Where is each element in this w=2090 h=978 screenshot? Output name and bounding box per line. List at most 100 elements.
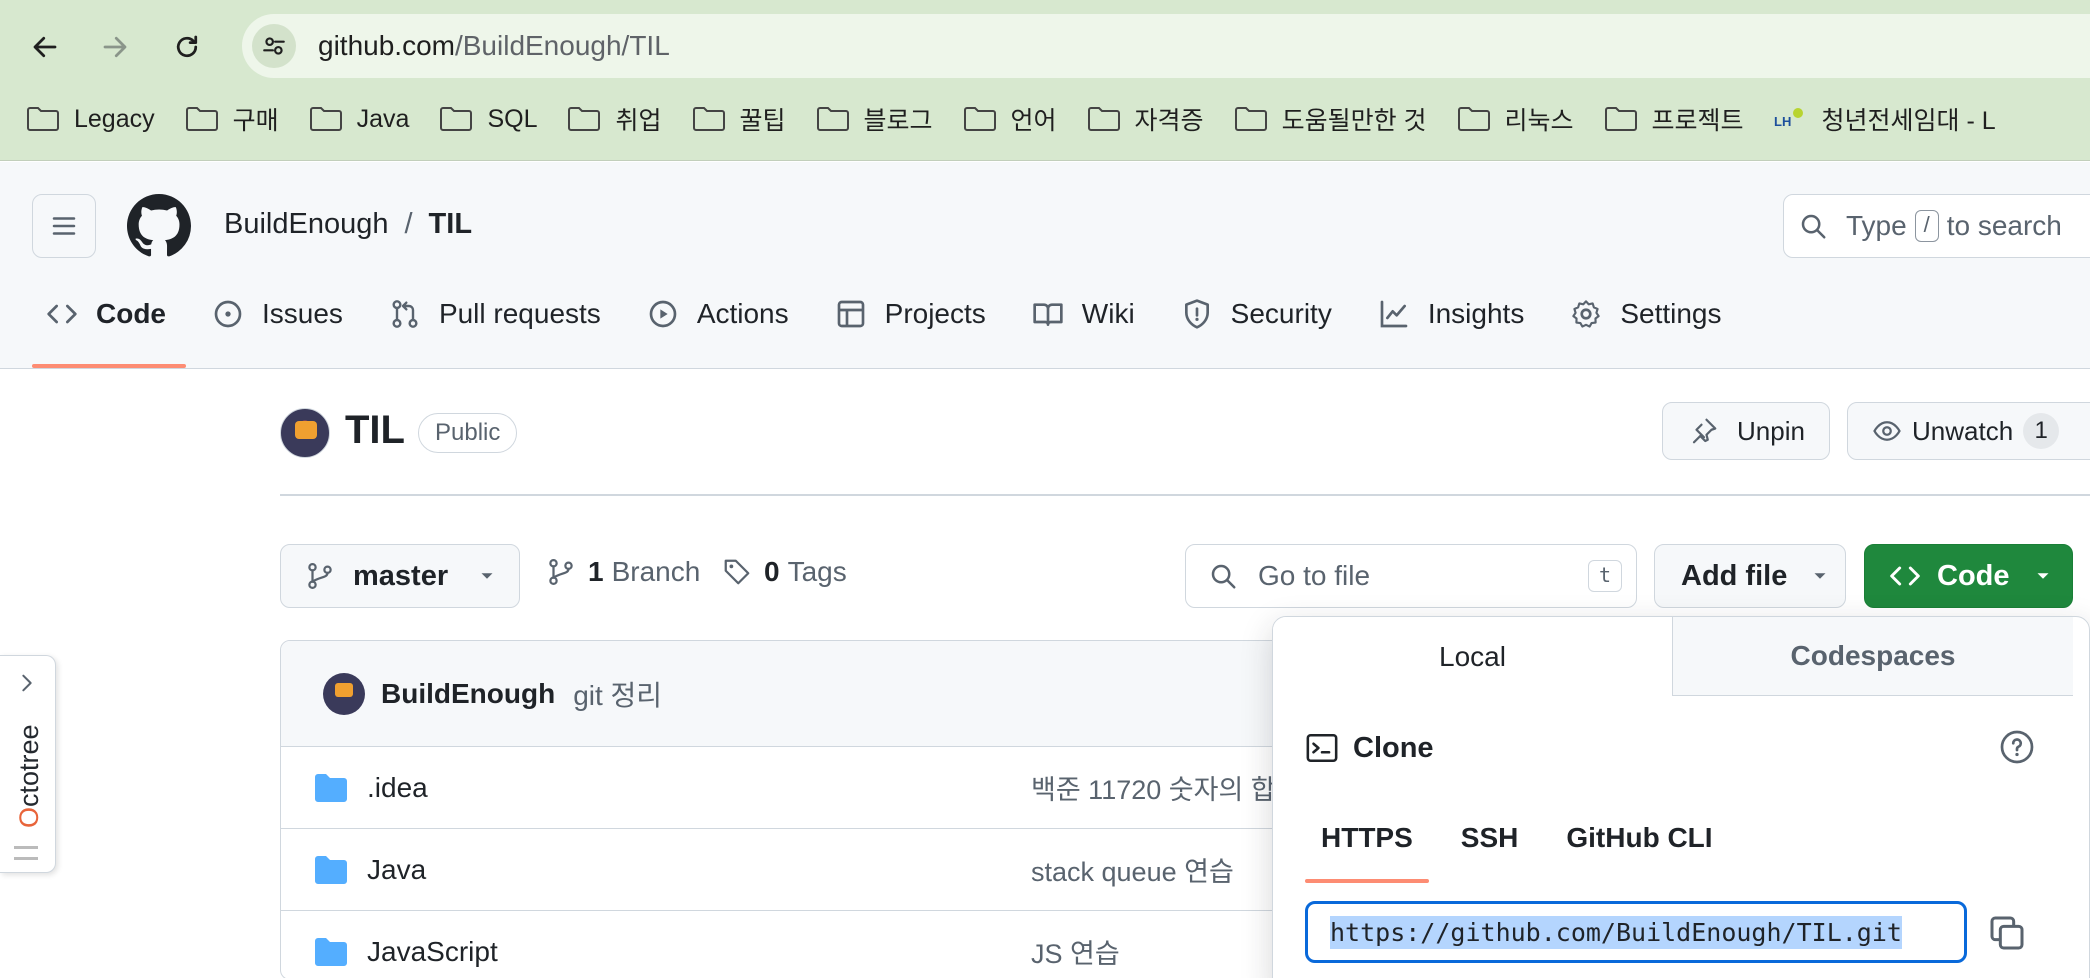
- tab-local[interactable]: Local: [1273, 617, 1673, 696]
- tags-link[interactable]: 0 Tags: [722, 556, 847, 588]
- tab-wiki[interactable]: Wiki: [1018, 282, 1155, 346]
- file-name[interactable]: .idea: [367, 772, 428, 804]
- breadcrumb-separator: /: [404, 208, 413, 240]
- bookmark-folder[interactable]: SQL: [439, 105, 537, 134]
- question-icon[interactable]: [1999, 729, 2035, 765]
- tab-insights[interactable]: Insights: [1364, 282, 1545, 346]
- bookmark-folder[interactable]: 꿀팁: [692, 101, 786, 137]
- tab-ssh[interactable]: SSH: [1445, 803, 1535, 873]
- url-text: github.com/BuildEnough/TIL: [318, 30, 670, 62]
- tag-icon: [724, 559, 750, 585]
- forward-button[interactable]: [90, 22, 140, 72]
- drag-handle-icon[interactable]: [14, 846, 38, 860]
- issue-icon: [214, 300, 242, 328]
- reload-icon: [176, 35, 198, 58]
- branch-selector[interactable]: master: [280, 544, 520, 608]
- repo-link[interactable]: TIL: [429, 208, 473, 241]
- bookmark-label: 도움될만한 것: [1281, 107, 1427, 135]
- bookmark-folder[interactable]: 리눅스: [1457, 101, 1574, 137]
- bookmark-link[interactable]: LH 청년전세임대 - L: [1774, 101, 1996, 137]
- bookmark-label: 언어: [1010, 107, 1057, 135]
- bookmark-label: SQL: [487, 104, 538, 133]
- pin-icon: [1692, 418, 1717, 444]
- tab-issues[interactable]: Issues: [198, 282, 363, 346]
- tab-pull-requests[interactable]: Pull requests: [375, 282, 621, 346]
- unwatch-label: Unwatch: [1912, 415, 2014, 446]
- branch-count-label: Branch: [611, 556, 701, 587]
- url-path: /BuildEnough/TIL: [454, 30, 670, 61]
- unwatch-button[interactable]: Unwatch 1: [1847, 402, 2090, 460]
- owner-link[interactable]: BuildEnough: [224, 208, 388, 241]
- watch-count: 1: [2023, 413, 2060, 449]
- commit-message[interactable]: git 정리: [573, 674, 662, 714]
- bookmark-folder[interactable]: 블로그: [816, 101, 933, 137]
- branches-link[interactable]: 1 Branch: [546, 556, 700, 588]
- pull-request-icon: [392, 300, 418, 328]
- bookmark-folder[interactable]: 프로젝트: [1604, 101, 1744, 137]
- bookmark-folder[interactable]: 구매: [185, 101, 279, 137]
- bookmark-folder[interactable]: 자격증: [1087, 101, 1204, 137]
- repo-owner-avatar[interactable]: [280, 408, 330, 458]
- add-file-button[interactable]: Add file: [1654, 544, 1846, 608]
- tag-count: 0: [764, 556, 780, 587]
- menu-button[interactable]: [32, 194, 96, 258]
- clone-url-field[interactable]: https://github.com/BuildEnough/TIL.git: [1305, 901, 1967, 963]
- tab-github-cli[interactable]: GitHub CLI: [1550, 803, 1728, 873]
- browser-chrome: github.com/BuildEnough/TIL Legacy 구매 Jav…: [0, 0, 2090, 161]
- search-icon: [1211, 564, 1236, 589]
- branch-name: master: [353, 559, 449, 592]
- tab-codespaces[interactable]: Codespaces: [1673, 617, 2073, 696]
- bookmark-folder[interactable]: 도움될만한 것: [1234, 101, 1427, 137]
- code-icon: [47, 304, 77, 324]
- reload-button[interactable]: [162, 22, 212, 72]
- bookmark-label: 블로그: [863, 107, 933, 135]
- code-icon: [1890, 566, 1920, 586]
- file-name[interactable]: JavaScript: [367, 936, 498, 968]
- back-button[interactable]: [20, 22, 70, 72]
- tab-label: Wiki: [1081, 298, 1135, 329]
- octotree-toggle[interactable]: Octotree: [0, 655, 56, 873]
- commit-author-avatar[interactable]: [323, 672, 365, 715]
- go-to-file-input[interactable]: Go to file t: [1185, 544, 1637, 608]
- github-logo-icon[interactable]: [127, 194, 191, 258]
- folder-outline-icon: [816, 107, 849, 131]
- file-name[interactable]: Java: [367, 854, 426, 886]
- bookmark-label: Java: [356, 104, 410, 133]
- site-settings-button[interactable]: [252, 24, 296, 68]
- repo-nav: Code Issues Pull requests Actions Projec…: [32, 282, 1754, 368]
- bookmark-label: 청년전세임대 - L: [1821, 107, 1996, 135]
- folder-outline-icon: [1234, 107, 1267, 131]
- address-bar[interactable]: github.com/BuildEnough/TIL: [242, 14, 2090, 78]
- tab-code[interactable]: Code: [32, 282, 186, 368]
- caret-down-icon: [1814, 573, 1826, 579]
- visibility-badge: Public: [418, 413, 518, 453]
- octotree-label: Octotree: [14, 724, 45, 828]
- tab-https[interactable]: HTTPS: [1305, 803, 1429, 883]
- unpin-label: Unpin: [1737, 415, 1805, 446]
- go-to-file-placeholder: Go to file: [1258, 560, 1371, 591]
- copy-icon[interactable]: [1987, 913, 2027, 953]
- bookmark-folder[interactable]: 취업: [567, 101, 662, 137]
- terminal-icon: [1306, 733, 1338, 763]
- file-commit-message[interactable]: stack queue 연습: [1031, 850, 1234, 889]
- code-button-label: Code: [1937, 559, 2010, 592]
- folder-outline-icon: [1087, 107, 1120, 131]
- bookmark-folder[interactable]: 언어: [963, 101, 1057, 137]
- tab-settings[interactable]: Settings: [1556, 282, 1741, 346]
- unpin-button[interactable]: Unpin: [1662, 402, 1830, 460]
- arrow-right-icon: [103, 36, 127, 58]
- tab-security[interactable]: Security: [1167, 282, 1352, 346]
- code-dropdown-button[interactable]: Code: [1864, 544, 2073, 608]
- file-commit-message[interactable]: 백준 11720 숫자의 합: [1031, 768, 1276, 807]
- tab-label: Pull requests: [438, 298, 601, 329]
- tab-label: Issues: [262, 298, 343, 329]
- bookmark-label: 꿀팁: [739, 107, 786, 135]
- commit-author[interactable]: BuildEnough: [381, 678, 555, 710]
- global-search-input[interactable]: Type / to search: [1783, 194, 2090, 258]
- tab-projects[interactable]: Projects: [821, 282, 1006, 346]
- bookmark-folder[interactable]: Legacy: [26, 105, 155, 134]
- tab-actions[interactable]: Actions: [633, 282, 809, 346]
- file-commit-message[interactable]: JS 연습: [1031, 932, 1120, 971]
- search-suffix: to search: [1946, 210, 2062, 241]
- bookmark-folder[interactable]: Java: [309, 104, 410, 134]
